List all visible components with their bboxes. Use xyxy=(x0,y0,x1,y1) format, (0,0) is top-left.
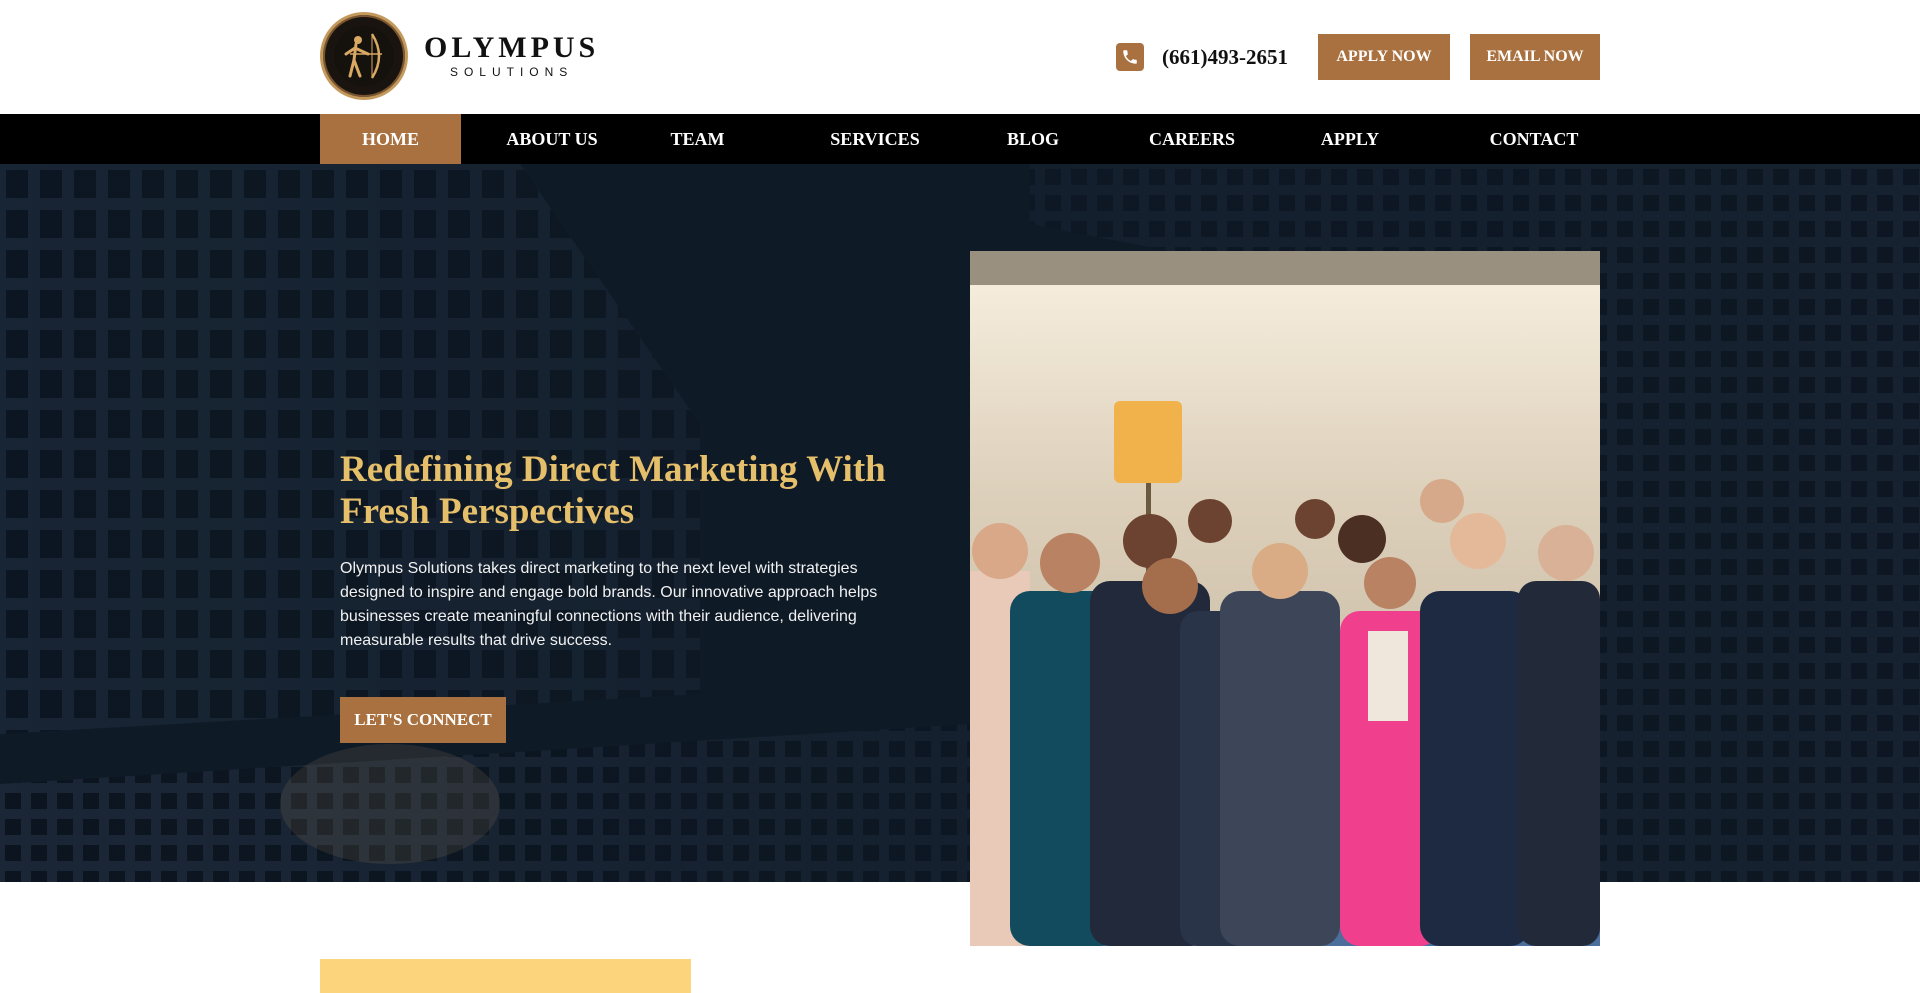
hero-background-image xyxy=(0,164,1920,882)
site-header: OLYMPUS SOLUTIONS (661)493-2651 APPLY NO… xyxy=(0,0,1920,114)
phone-contact[interactable]: (661)493-2651 xyxy=(1116,43,1288,71)
archer-logo-icon xyxy=(320,12,408,100)
brand-name: OLYMPUS xyxy=(424,31,600,64)
main-nav: HOME ABOUT US TEAM SERVICES BLOG CAREERS… xyxy=(0,114,1920,164)
nav-contact[interactable]: CONTACT xyxy=(1468,114,1600,164)
nav-apply[interactable]: APPLY xyxy=(1318,114,1382,164)
nav-home[interactable]: HOME xyxy=(320,114,461,164)
brand-tagline: SOLUTIONS xyxy=(449,65,574,79)
nav-services[interactable]: SERVICES xyxy=(820,114,930,164)
hero-section: Redefining Direct Marketing With Fresh P… xyxy=(0,164,1920,882)
phone-number[interactable]: (661)493-2651 xyxy=(1162,45,1288,70)
apply-now-button[interactable]: APPLY NOW xyxy=(1318,34,1450,80)
nav-careers[interactable]: CAREERS xyxy=(1142,114,1242,164)
section-accent-bar xyxy=(320,959,691,993)
nav-about-us[interactable]: ABOUT US xyxy=(492,114,612,164)
nav-team[interactable]: TEAM xyxy=(660,114,735,164)
nav-blog[interactable]: BLOG xyxy=(998,114,1068,164)
brand-logo[interactable]: OLYMPUS SOLUTIONS xyxy=(320,12,599,100)
hero-description: Olympus Solutions takes direct marketing… xyxy=(340,560,878,649)
email-now-button[interactable]: EMAIL NOW xyxy=(1470,34,1600,80)
team-photo xyxy=(970,251,1600,946)
hero-title: Redefining Direct Marketing With Fresh P… xyxy=(340,449,886,532)
phone-icon xyxy=(1116,43,1144,71)
lets-connect-button[interactable]: LET'S CONNECT xyxy=(340,697,506,743)
